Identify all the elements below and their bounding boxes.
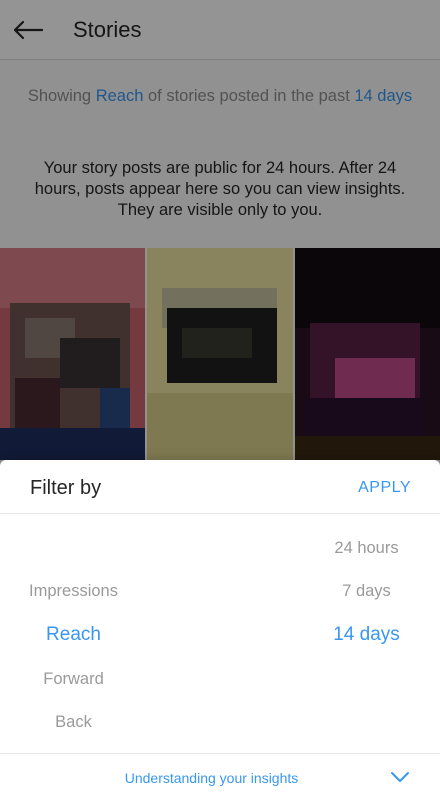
period-option-24-hours[interactable]: 24 hours bbox=[293, 539, 440, 558]
sheet-title: Filter by bbox=[30, 477, 102, 499]
metric-option-impressions[interactable]: Impressions bbox=[0, 582, 147, 601]
apply-button[interactable]: APPLY bbox=[358, 479, 411, 497]
period-option-7-days[interactable]: 7 days bbox=[293, 582, 440, 601]
period-picker[interactable]: 24 hours 7 days 14 days bbox=[293, 514, 440, 754]
sheet-header: Filter by APPLY bbox=[0, 460, 440, 514]
period-option-14-days[interactable]: 14 days bbox=[293, 624, 440, 646]
chevron-down-icon[interactable] bbox=[390, 770, 410, 784]
sheet-footer: Understanding your insights bbox=[0, 753, 440, 800]
understanding-insights-link[interactable]: Understanding your insights bbox=[0, 770, 423, 786]
metric-option-forward[interactable]: Forward bbox=[0, 670, 147, 689]
metric-option-back[interactable]: Back bbox=[0, 713, 147, 732]
filter-sheet: Filter by APPLY Impressions Reach Forwar… bbox=[0, 460, 440, 800]
metric-picker[interactable]: Impressions Reach Forward Back bbox=[0, 514, 147, 754]
metric-option-reach[interactable]: Reach bbox=[0, 624, 147, 646]
